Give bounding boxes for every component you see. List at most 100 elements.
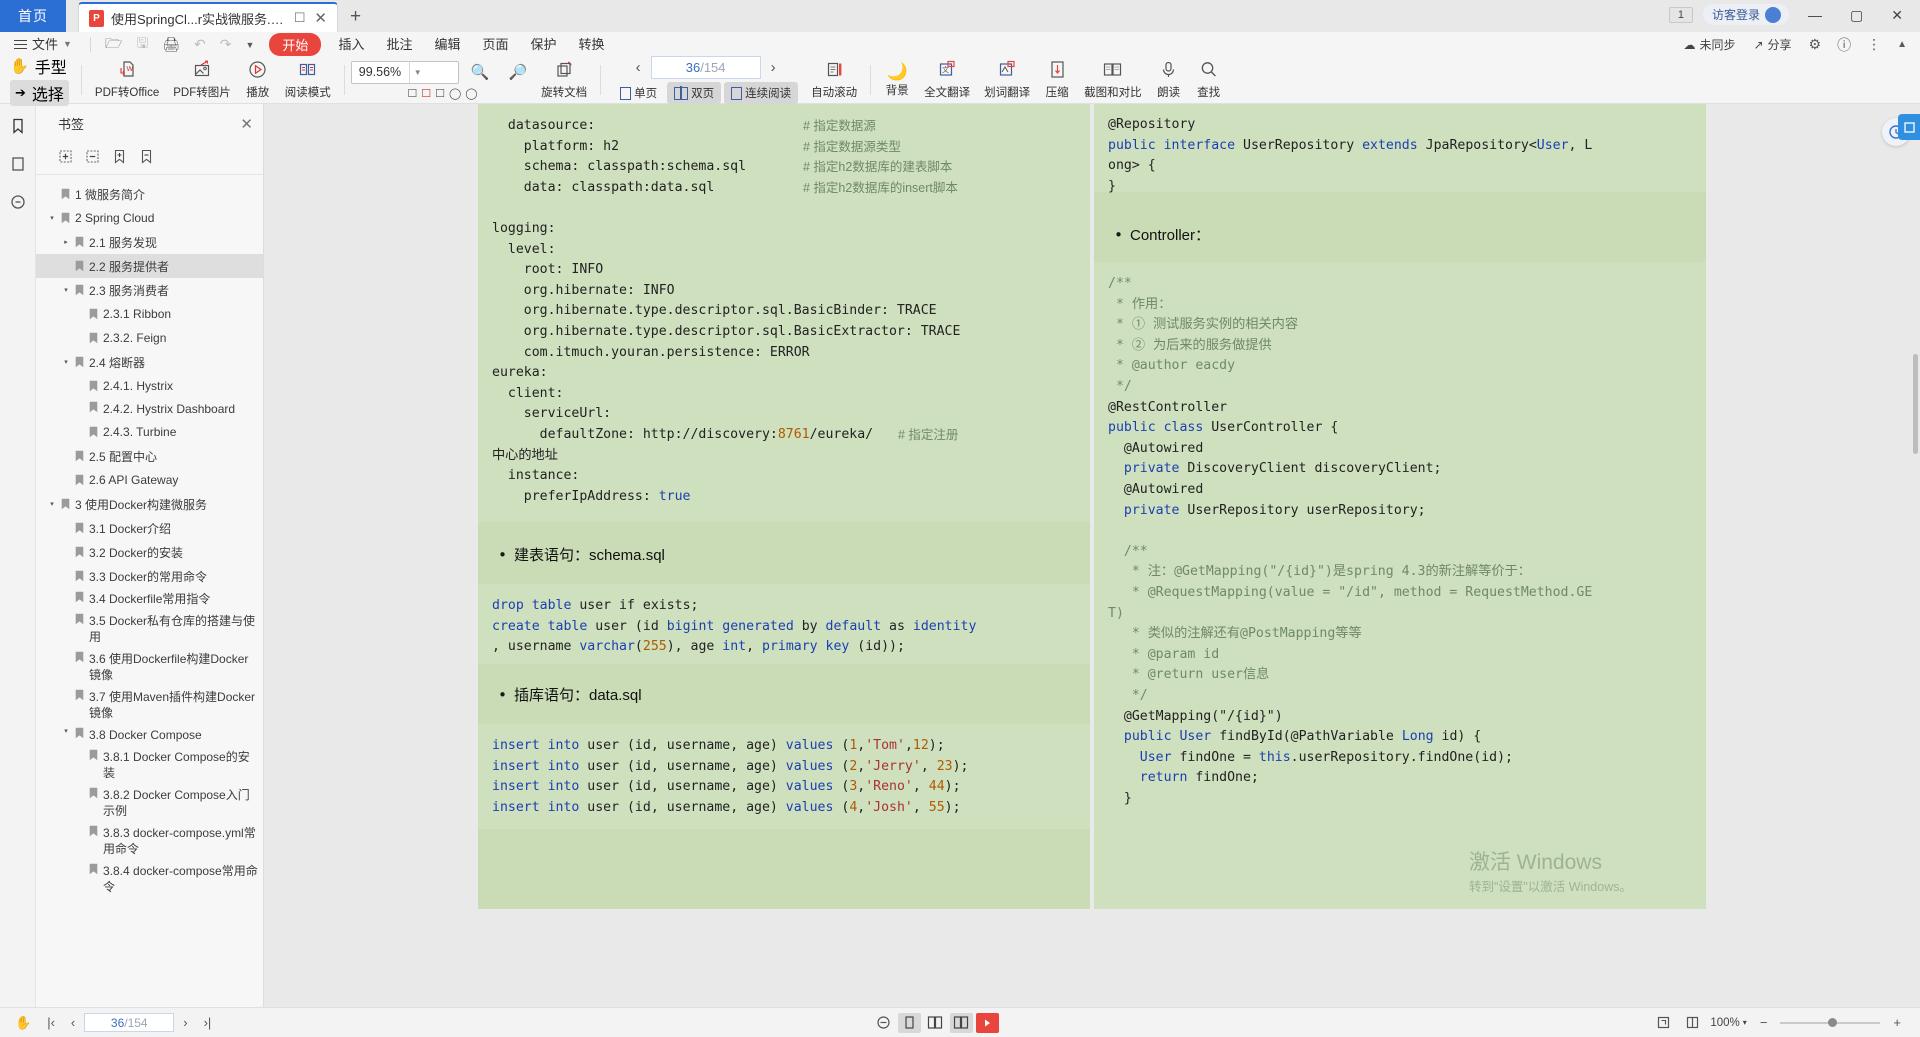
bookmark-item[interactable]: 3.8.4 docker-compose常用命令 <box>36 860 263 898</box>
twisty-icon[interactable]: ▾ <box>60 358 72 366</box>
bookmark-item[interactable]: ▾ 2 Spring Cloud <box>36 206 263 230</box>
save-icon[interactable]: 🖫 <box>129 33 155 57</box>
vertical-scrollbar[interactable] <box>1913 354 1918 454</box>
add-bookmark-icon[interactable] <box>108 145 130 167</box>
status-split-icon[interactable] <box>1681 1013 1704 1033</box>
help-icon[interactable]: ⓘ <box>1830 35 1858 55</box>
bookmark-item[interactable]: 2.6 API Gateway <box>36 468 263 492</box>
bookmark-item[interactable]: ▾ 2.3 服务消费者 <box>36 278 263 302</box>
word-translate-button[interactable]: 划词翻译 <box>977 58 1037 103</box>
bookmark-panel-close-icon[interactable]: ✕ <box>240 115 253 133</box>
bookmark-list[interactable]: 1 微服务简介 ▾ 2 Spring Cloud ▸ 2.1 服务发现 2.2 服务提供者… <box>36 175 263 1007</box>
bookmark-item[interactable]: 3.7 使用Maven插件构建Docker镜像 <box>36 686 263 724</box>
fit-page-icon[interactable] <box>872 1013 895 1033</box>
bookmark-item[interactable]: 2.4.3. Turbine <box>36 420 263 444</box>
single-page-view-icon[interactable] <box>897 1012 921 1033</box>
first-page-button[interactable]: |‹ <box>40 1015 62 1030</box>
document-view[interactable]: datasource: # 指定数据源 platform: h2 # 指定数据源类型… <box>264 104 1920 1007</box>
full-translate-button[interactable]: 文 全文翻译 <box>917 58 977 103</box>
status-rotate-icon[interactable] <box>1652 1013 1675 1033</box>
read-aloud-button[interactable]: 朗读 <box>1149 58 1189 103</box>
minimize-button[interactable]: — <box>1799 0 1831 31</box>
bookmark-item[interactable]: 2.3.1 Ribbon <box>36 302 263 326</box>
zoom-reset-icon[interactable]: ◯ <box>449 87 461 100</box>
status-prev-page-button[interactable]: ‹ <box>64 1015 82 1030</box>
page-width-icon[interactable]: ☐ <box>421 87 431 100</box>
bookmark-item[interactable]: 3.2 Docker的安装 <box>36 540 263 564</box>
home-tab[interactable]: 首页 <box>0 0 66 32</box>
page-number-input[interactable]: 36/154 <box>650 56 761 79</box>
bookmark-item[interactable]: 3.3 Docker的常用命令 <box>36 564 263 588</box>
redo-icon[interactable]: ↷ <box>213 36 239 53</box>
bookmark-item[interactable]: ▸ 2.1 服务发现 <box>36 230 263 254</box>
bookmark-item[interactable]: ▾ 3.8 Docker Compose <box>36 724 263 746</box>
pdf-to-office-button[interactable]: W PDF转Office <box>88 58 166 103</box>
share-button[interactable]: ↗ 分享 <box>1745 36 1799 53</box>
more-vertical-icon[interactable]: ⋮ <box>1860 36 1888 53</box>
tab-close-icon[interactable]: ✕ <box>312 9 329 27</box>
bookmark-item[interactable]: 3.5 Docker私有仓库的搭建与使用 <box>36 610 263 648</box>
more-quickaccess-icon[interactable]: ▼ <box>239 40 262 50</box>
prev-page-button[interactable]: ‹ <box>630 59 647 76</box>
presentation-view-icon[interactable] <box>975 1012 999 1033</box>
twisty-icon[interactable]: ▸ <box>60 238 72 246</box>
zoom-fit-icon[interactable]: ◯ <box>465 87 477 100</box>
bookmark-item[interactable]: 1 微服务简介 <box>36 182 263 206</box>
twisty-icon[interactable]: ▾ <box>46 214 58 222</box>
menu-tab-protect[interactable]: 保护 <box>520 32 568 57</box>
next-page-button[interactable]: › <box>765 59 782 76</box>
tab-monitor-icon[interactable]: ☐ <box>294 10 306 26</box>
bookmark-item[interactable]: ▾ 3 使用Docker构建微服务 <box>36 492 263 516</box>
menu-tab-edit[interactable]: 编辑 <box>423 32 471 57</box>
rail-bookmark-icon[interactable] <box>6 114 30 138</box>
zoom-out-icon[interactable]: 🔍 <box>464 63 497 81</box>
page-actual-icon[interactable]: ☐ <box>435 87 445 100</box>
rail-thumbnail-icon[interactable] <box>6 152 30 176</box>
bookmark-item[interactable]: 3.8.1 Docker Compose的安装 <box>36 746 263 784</box>
bookmark-item[interactable]: 3.4 Dockerfile常用指令 <box>36 588 263 610</box>
menu-tab-insert[interactable]: 插入 <box>327 32 375 57</box>
menu-tab-convert[interactable]: 转换 <box>568 32 616 57</box>
double-page-view-icon[interactable] <box>924 1013 947 1033</box>
status-next-page-button[interactable]: › <box>176 1015 194 1030</box>
login-button[interactable]: 访客登录 <box>1703 4 1790 25</box>
gear-icon[interactable]: ⚙ <box>1802 36 1829 53</box>
print-icon[interactable]: 🖨 <box>155 36 187 53</box>
bookmark-item[interactable]: 2.2 服务提供者 <box>36 254 263 278</box>
menu-tab-annotate[interactable]: 批注 <box>375 32 423 57</box>
expand-all-icon[interactable] <box>54 145 76 167</box>
bookmark-item[interactable]: 3.6 使用Dockerfile构建Docker镜像 <box>36 648 263 686</box>
rail-annotation-icon[interactable] <box>6 190 30 214</box>
collapse-ribbon-icon[interactable]: ▲ <box>1890 39 1914 50</box>
page-fit-icon[interactable]: ☐ <box>407 87 417 100</box>
last-page-button[interactable]: ›| <box>197 1015 219 1030</box>
right-edge-badge[interactable] <box>1898 114 1920 140</box>
document-tab[interactable]: P 使用SpringCl...r实战微服务.pdf ☐ ✕ <box>78 2 338 32</box>
double-page-mode[interactable]: 双页 <box>667 82 722 104</box>
select-tool[interactable]: ➔ 选择 <box>10 80 69 106</box>
bookmark-item[interactable]: 2.4.1. Hystrix <box>36 374 263 398</box>
continuous-mode[interactable]: 连续阅读 <box>724 82 799 104</box>
auto-scroll-button[interactable]: 自动滚动 <box>804 58 864 103</box>
maximize-button[interactable]: ▢ <box>1841 0 1872 31</box>
bookmark-item[interactable]: 3.8.3 docker-compose.yml常用命令 <box>36 822 263 860</box>
bookmark-item[interactable]: 3.8.2 Docker Compose入门示例 <box>36 784 263 822</box>
zoom-slider-knob[interactable] <box>1828 1018 1838 1027</box>
status-hand-icon[interactable]: ✋ <box>8 1015 38 1031</box>
menu-tab-page[interactable]: 页面 <box>471 32 519 57</box>
bookmark-item[interactable]: 2.4.2. Hystrix Dashboard <box>36 398 263 420</box>
zoom-in-icon[interactable]: 🔎 <box>501 63 534 81</box>
twisty-icon[interactable]: ▾ <box>60 286 72 294</box>
status-zoom-out-button[interactable]: − <box>1753 1015 1775 1030</box>
rotate-document-button[interactable]: 旋转文档 <box>534 58 594 103</box>
zoom-slider[interactable] <box>1780 1015 1881 1031</box>
pdf-to-image-button[interactable]: PDF转图片 <box>166 58 238 103</box>
status-zoom-in-button[interactable]: + <box>1886 1015 1908 1030</box>
bookmark-item[interactable]: 2.5 配置中心 <box>36 444 263 468</box>
sync-status[interactable]: ☁ 未同步 <box>1675 36 1743 53</box>
bookmark-item[interactable]: ▾ 2.4 熔断器 <box>36 350 263 374</box>
remove-bookmark-icon[interactable] <box>135 145 157 167</box>
find-button[interactable]: 查找 <box>1189 58 1229 103</box>
compress-button[interactable]: 压缩 <box>1037 58 1077 103</box>
status-zoom-select[interactable]: 100% ▾ <box>1710 1017 1746 1029</box>
